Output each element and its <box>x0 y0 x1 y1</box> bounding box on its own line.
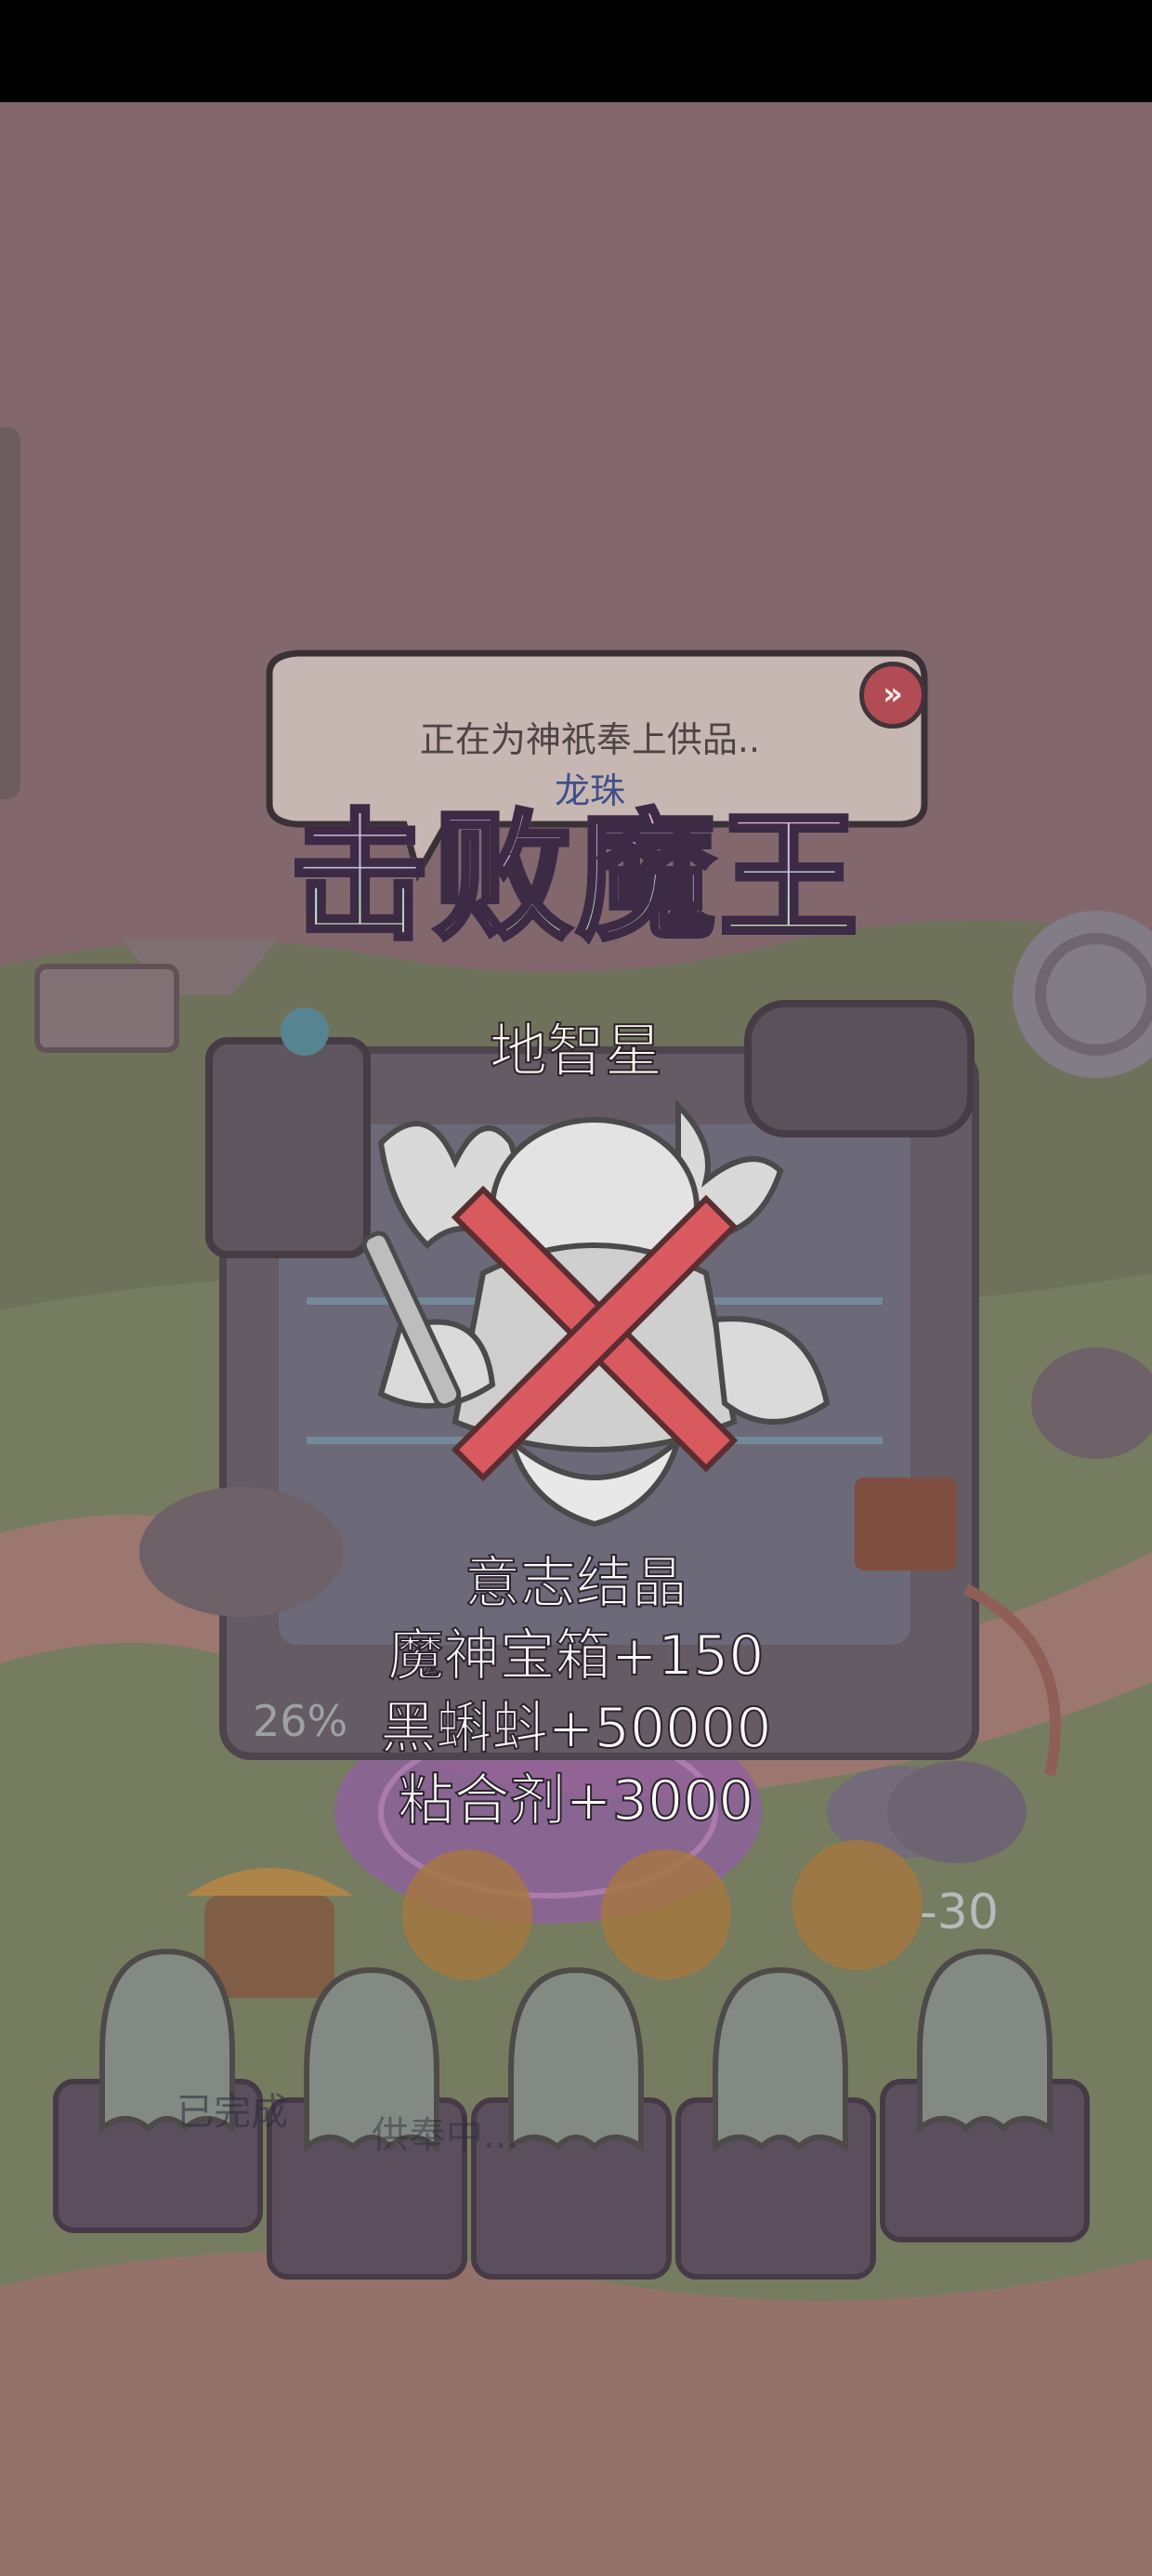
damage-number: -30 <box>920 1885 999 1940</box>
reward-item: 粘合剂+3000 <box>398 1768 755 1834</box>
fast-forward-icon: » <box>883 676 903 713</box>
defeat-boss-banner: 击败魔王 <box>0 797 1152 960</box>
defeated-boss-portrait <box>361 1098 831 1528</box>
offering-status-label: 供奉中... <box>372 2114 519 2157</box>
done-label: 已完成 <box>177 2091 288 2134</box>
reward-header: 意志结晶 <box>464 1550 688 1617</box>
reward-item: 黑蝌蚪+50000 <box>379 1695 772 1762</box>
boss-name: 地智星 <box>489 1016 663 1085</box>
offering-title: 正在为神祇奉上供品.. <box>419 719 761 760</box>
reward-item: 魔神宝箱+150 <box>387 1623 766 1689</box>
status-bar <box>0 0 1152 102</box>
reward-list: 意志结晶 魔神宝箱+150 黑蝌蚪+50000 粘合剂+3000 <box>0 1547 1152 1837</box>
side-drawer-handle[interactable] <box>0 427 20 799</box>
skip-button[interactable]: » <box>859 662 926 729</box>
